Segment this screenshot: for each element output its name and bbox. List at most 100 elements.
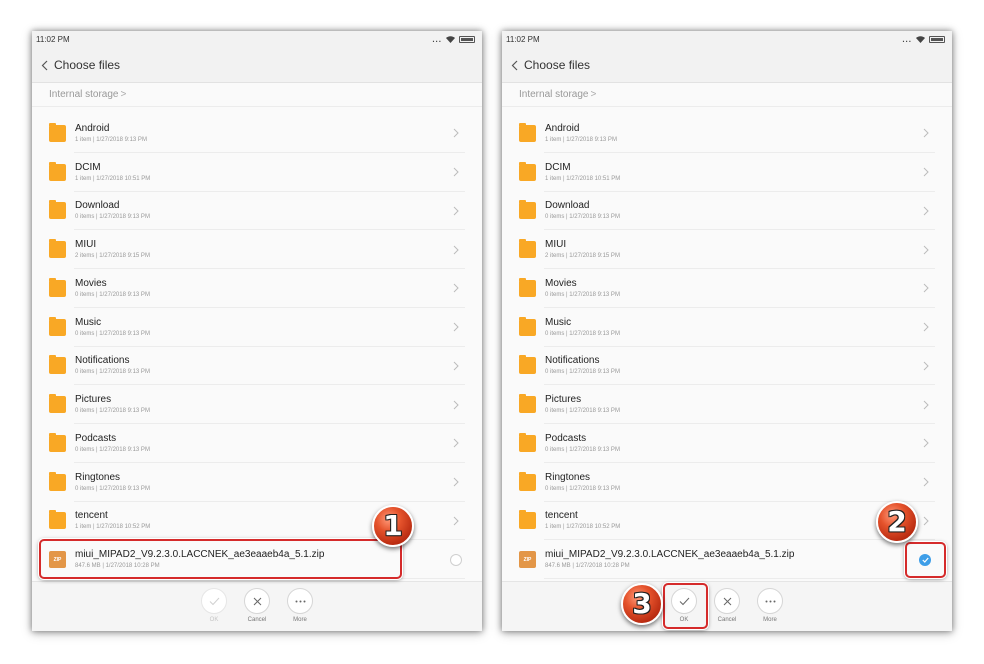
folder-name: DCIM	[75, 161, 101, 173]
folder-icon	[49, 432, 66, 452]
folder-meta: 0 items | 1/27/2018 9:13 PM	[545, 369, 620, 376]
folder-name: MIUI	[545, 239, 567, 251]
chevron-right-icon	[923, 167, 929, 177]
folder-row-music[interactable]: Music 0 items | 1/27/2018 9:13 PM	[502, 308, 952, 347]
folder-row-podcasts[interactable]: Podcasts 0 items | 1/27/2018 9:13 PM	[502, 424, 952, 463]
folder-meta: 0 items | 1/27/2018 9:13 PM	[75, 291, 150, 298]
wifi-icon	[446, 36, 455, 43]
breadcrumb-label: Internal storage	[519, 89, 589, 100]
folder-icon	[49, 277, 66, 297]
folder-row-dcim[interactable]: DCIM 1 item | 1/27/2018 10:51 PM	[32, 153, 482, 192]
folder-icon	[519, 355, 536, 375]
back-arrow-icon[interactable]	[37, 58, 51, 72]
battery-icon	[459, 36, 475, 43]
more-label: More	[763, 617, 777, 623]
folder-name: Notifications	[75, 355, 130, 367]
chevron-right-icon	[453, 516, 459, 526]
folder-name: Music	[545, 316, 572, 328]
folder-icon	[49, 471, 66, 491]
folder-row-movies[interactable]: Movies 0 items | 1/27/2018 9:13 PM	[502, 269, 952, 308]
folder-icon	[49, 200, 66, 220]
wifi-icon	[916, 36, 925, 43]
file-name: miui_MIPAD2_V9.2.3.0.LACCNEK_ae3eaaeb4a_…	[545, 549, 795, 561]
close-icon	[714, 588, 740, 614]
cancel-label: Cancel	[717, 617, 737, 623]
folder-icon	[519, 471, 536, 491]
breadcrumb-arrow: >	[120, 89, 127, 100]
folder-meta: 0 items | 1/27/2018 9:13 PM	[545, 330, 620, 337]
folder-meta: 1 item | 1/27/2018 10:51 PM	[545, 175, 621, 182]
more-label: More	[293, 617, 307, 623]
folder-row-pictures[interactable]: Pictures 0 items | 1/27/2018 9:13 PM	[32, 385, 482, 424]
folder-row-notifications[interactable]: Notifications 0 items | 1/27/2018 9:13 PM	[32, 347, 482, 386]
highlight-zip-row	[39, 539, 402, 579]
folder-row-miui[interactable]: MIUI 2 items | 1/27/2018 9:15 PM	[502, 230, 952, 269]
folder-name: Download	[75, 200, 120, 212]
folder-icon	[519, 239, 536, 259]
title-bar: Choose files	[32, 48, 482, 83]
folder-row-download[interactable]: Download 0 items | 1/27/2018 9:13 PM	[32, 192, 482, 231]
right-screen: 11:02 PM ... Choose files Internal stora…	[502, 31, 952, 631]
folder-row-music[interactable]: Music 0 items | 1/27/2018 9:13 PM	[32, 308, 482, 347]
folder-meta: 1 item | 1/27/2018 10:52 PM	[75, 524, 151, 531]
ok-button[interactable]: OK	[200, 588, 228, 631]
back-arrow-icon[interactable]	[507, 58, 521, 72]
folder-row-ringtones[interactable]: Ringtones 0 items | 1/27/2018 9:13 PM	[32, 463, 482, 502]
folder-row-tencent[interactable]: tencent 1 item | 1/27/2018 10:52 PM	[32, 502, 482, 541]
folder-row-android[interactable]: Android 1 item | 1/27/2018 9:13 PM	[32, 114, 482, 153]
step-2-number: 2	[887, 505, 907, 538]
chevron-right-icon	[923, 322, 929, 332]
folder-row-pictures[interactable]: Pictures 0 items | 1/27/2018 9:13 PM	[502, 385, 952, 424]
folder-icon	[49, 122, 66, 142]
more-dots-icon	[757, 588, 783, 614]
folder-name: Music	[75, 316, 102, 328]
action-bar: OK Cancel More	[502, 581, 952, 631]
folder-name: Movies	[75, 277, 107, 289]
chevron-right-icon	[923, 361, 929, 371]
cancel-button[interactable]: Cancel	[243, 588, 271, 631]
folder-meta: 0 items | 1/27/2018 9:13 PM	[545, 485, 620, 492]
step-1-badge: 1	[372, 505, 414, 547]
folder-name: Ringtones	[75, 471, 121, 483]
folder-row-android[interactable]: Android 1 item | 1/27/2018 9:13 PM	[502, 114, 952, 153]
folder-row-podcasts[interactable]: Podcasts 0 items | 1/27/2018 9:13 PM	[32, 424, 482, 463]
folder-row-notifications[interactable]: Notifications 0 items | 1/27/2018 9:13 PM	[502, 347, 952, 386]
folder-name: MIUI	[75, 239, 97, 251]
folder-icon	[519, 277, 536, 297]
folder-meta: 0 items | 1/27/2018 9:13 PM	[545, 408, 620, 415]
chevron-right-icon	[453, 439, 459, 448]
folder-meta: 1 item | 1/27/2018 9:13 PM	[75, 136, 147, 143]
folder-name: Android	[545, 122, 580, 134]
folder-row-dcim[interactable]: DCIM 1 item | 1/27/2018 10:51 PM	[502, 153, 952, 192]
chevron-right-icon	[923, 245, 929, 254]
chevron-right-icon	[923, 400, 929, 409]
breadcrumb[interactable]: Internal storage >	[32, 83, 482, 107]
breadcrumb-arrow: >	[590, 89, 597, 100]
status-time: 11:02 PM	[36, 35, 70, 44]
more-dots-icon	[287, 588, 313, 614]
folder-icon	[49, 239, 66, 259]
folder-name: tencent	[75, 510, 108, 522]
highlight-check-circle	[905, 542, 946, 578]
zip-file-row[interactable]: ZIP miui_MIPAD2_V9.2.3.0.LACCNEK_ae3eaaeb…	[502, 540, 952, 579]
folder-meta: 0 items | 1/27/2018 9:13 PM	[75, 446, 150, 453]
folder-icon	[519, 316, 536, 336]
folder-name: DCIM	[545, 161, 571, 173]
folder-row-miui[interactable]: MIUI 2 items | 1/27/2018 9:15 PM	[32, 230, 482, 269]
step-2-badge: 2	[876, 501, 918, 543]
folder-row-movies[interactable]: Movies 0 items | 1/27/2018 9:13 PM	[32, 269, 482, 308]
more-button[interactable]: More	[756, 588, 784, 631]
folder-row-ringtones[interactable]: Ringtones 0 items | 1/27/2018 9:13 PM	[502, 463, 952, 502]
chevron-right-icon	[923, 129, 929, 138]
select-radio[interactable]	[450, 553, 462, 566]
breadcrumb[interactable]: Internal storage >	[502, 83, 952, 107]
folder-icon	[49, 510, 66, 530]
file-list: Android 1 item | 1/27/2018 9:13 PM DCIM 1 …	[32, 114, 482, 579]
chevron-right-icon	[923, 477, 929, 487]
folder-row-download[interactable]: Download 0 items | 1/27/2018 9:13 PM	[502, 192, 952, 231]
folder-meta: 2 items | 1/27/2018 9:15 PM	[75, 253, 150, 260]
folder-name: Pictures	[75, 394, 112, 406]
more-button[interactable]: More	[286, 588, 314, 631]
folder-icon	[519, 394, 536, 414]
cancel-button[interactable]: Cancel	[713, 588, 741, 631]
